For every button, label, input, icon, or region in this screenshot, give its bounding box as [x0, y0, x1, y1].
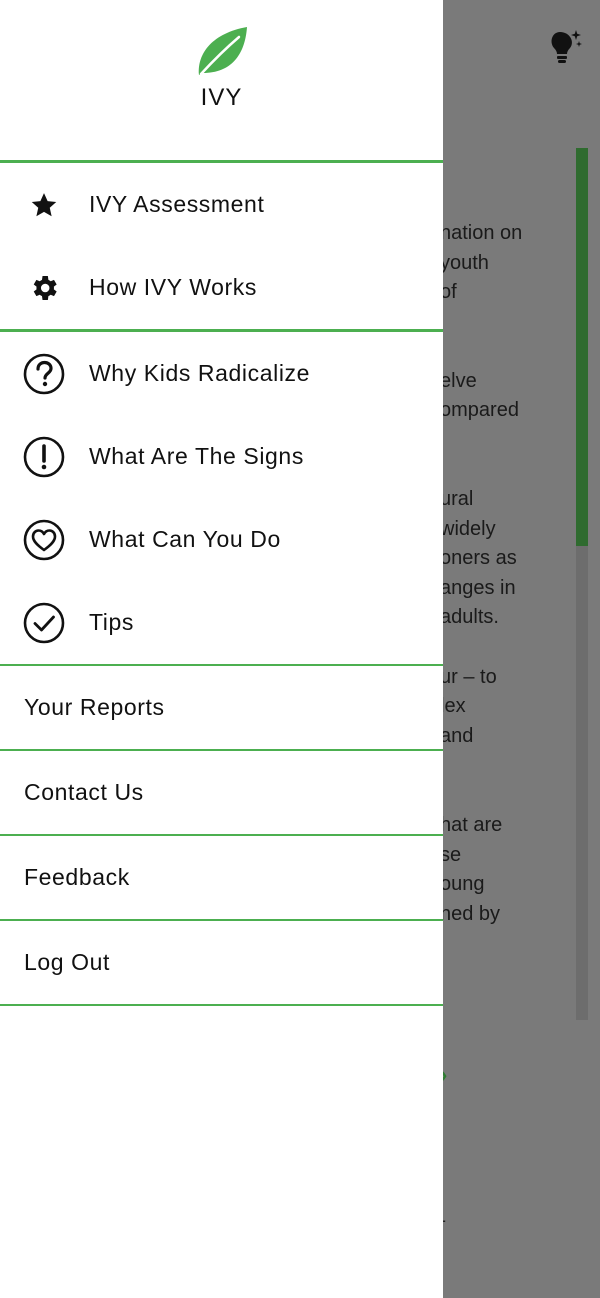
background-text-line: nation on: [440, 222, 523, 244]
background-text-line: anges in: [440, 577, 516, 599]
background-text-line: elve: [440, 370, 477, 392]
menu-item-label: IVY Assessment: [89, 191, 265, 217]
drawer-header: IVY: [0, 0, 443, 160]
background-text-line: adults.: [440, 606, 499, 628]
background-text-line: ompared: [440, 399, 519, 421]
menu-item-label: Contact Us: [24, 779, 144, 805]
scrollbar-thumb[interactable]: [576, 148, 588, 546]
menu-item-contact-us[interactable]: Contact Us: [0, 751, 443, 834]
divider: [0, 1004, 443, 1006]
menu-item-label: How IVY Works: [89, 274, 257, 300]
leaf-logo-icon: [198, 27, 247, 76]
background-text-line: youth: [440, 252, 489, 274]
menu-item-feedback[interactable]: Feedback: [0, 836, 443, 919]
menu-item-label: Tips: [89, 609, 134, 635]
menu-item-label: Your Reports: [24, 694, 165, 720]
background-text-line: se: [440, 844, 462, 866]
menu-item-your-reports[interactable]: Your Reports: [0, 666, 443, 749]
menu-item-how-ivy-works[interactable]: How IVY Works: [0, 246, 443, 329]
menu-item-tips[interactable]: Tips: [0, 581, 443, 664]
menu-item-label: Why Kids Radicalize: [89, 360, 311, 386]
menu-item-why-kids-radicalize[interactable]: Why Kids Radicalize: [0, 332, 443, 415]
background-text-line: ural: [440, 488, 474, 510]
navigation-drawer: IVY IVY Assessment How IVY Works Why Kid…: [0, 0, 443, 1298]
menu-item-what-can-you-do[interactable]: What Can You Do: [0, 498, 443, 581]
background-text-line: hat are: [440, 814, 503, 836]
app-brand-name: IVY: [200, 84, 243, 111]
background-text-line: oung: [440, 873, 485, 895]
gear-icon: [23, 267, 65, 309]
check-circle-icon: [23, 602, 65, 644]
menu-item-label: What Can You Do: [89, 526, 281, 552]
background-text-line: ur – to: [440, 666, 497, 688]
heart-circle-icon: [23, 519, 65, 561]
background-text-line: ned by: [440, 903, 501, 925]
menu-item-label: What Are The Signs: [89, 443, 304, 469]
question-circle-icon: [23, 353, 65, 395]
background-text-line: widely: [440, 518, 496, 540]
menu-item-ivy-assessment[interactable]: IVY Assessment: [0, 163, 443, 246]
menu-item-label: Feedback: [24, 864, 130, 890]
menu-item-log-out[interactable]: Log Out: [0, 921, 443, 1004]
menu-item-what-are-the-signs[interactable]: What Are The Signs: [0, 415, 443, 498]
menu-item-label: Log Out: [24, 949, 111, 975]
background-text-line: lex: [440, 695, 466, 717]
lightbulb-icon[interactable]: [546, 26, 586, 66]
background-text-line: oners as: [440, 547, 517, 569]
background-text-line: and: [440, 725, 474, 747]
exclamation-circle-icon: [23, 436, 65, 478]
star-icon: [23, 184, 65, 226]
